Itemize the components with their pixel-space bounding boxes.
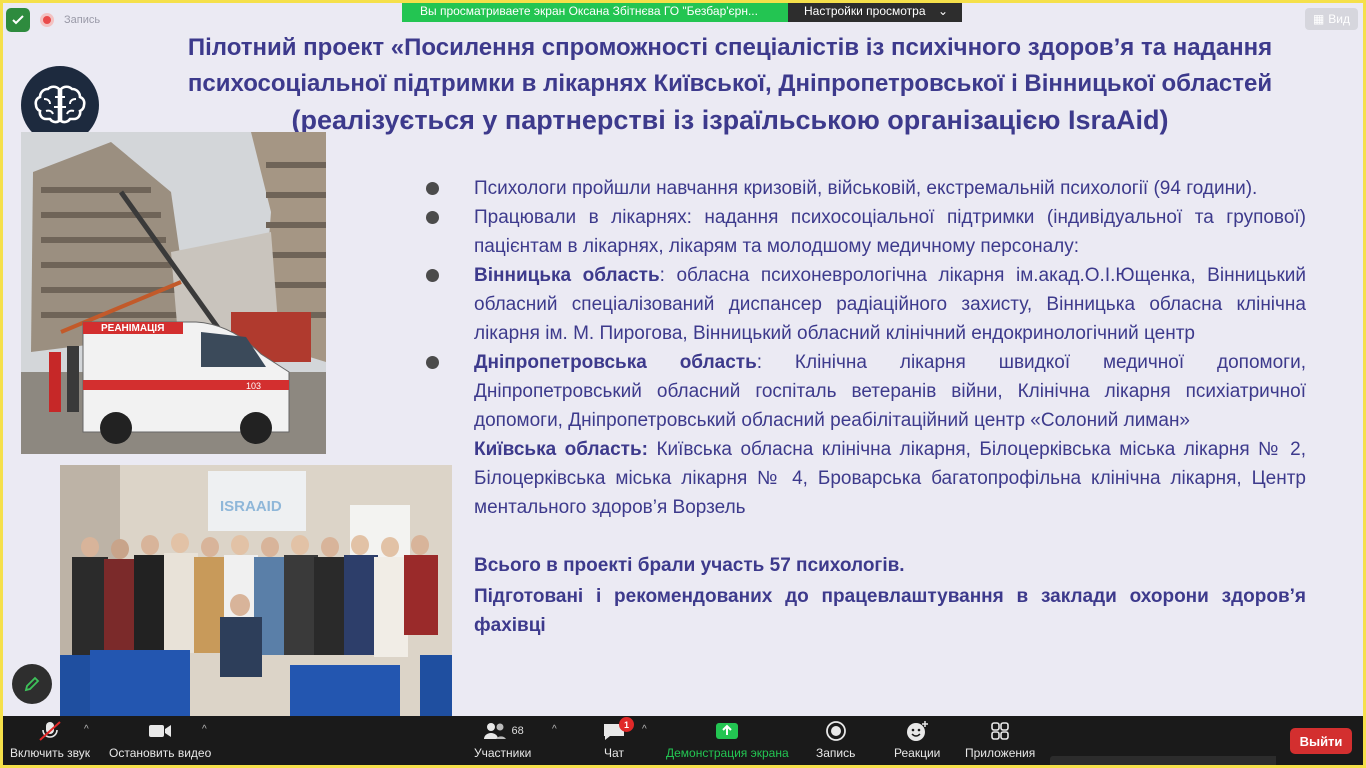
ambulance-number: 103 [246, 381, 261, 391]
stop-video-button[interactable]: Остановить видео [109, 720, 211, 760]
leave-button[interactable]: Выйти [1290, 728, 1352, 754]
total-participants: Всього в проекті брали участь 57 психоло… [474, 555, 905, 576]
share-banner: Вы просматриваете экран Оксана Збітнєва … [402, 0, 962, 22]
slide-body: Психологи пройшли навчання кризовій, вій… [426, 174, 1306, 640]
region-name: Вінницька область [474, 265, 660, 286]
participants-label: Участники [474, 746, 532, 760]
reactions-label: Реакции [894, 746, 941, 760]
muted-microphone-icon [37, 720, 63, 742]
unmute-button[interactable]: Включить звук [10, 720, 90, 760]
video-options-chevron-icon[interactable]: ^ [202, 724, 207, 735]
grid-icon: ▦ [1312, 12, 1325, 26]
record-button[interactable]: Запись [816, 720, 855, 760]
region-name: Київська область: [474, 439, 648, 460]
status-indicators: Запись [6, 8, 100, 32]
participants-button[interactable]: 68 Участники [474, 720, 531, 760]
chat-button[interactable]: 1 Чат [602, 717, 634, 760]
shared-slide: Запись Вы просматриваете экран Оксана Зб… [0, 0, 1366, 716]
reactions-button[interactable]: Реакции [894, 720, 940, 760]
video-camera-icon [147, 720, 173, 742]
israaid-banner-logo: ISRAAID [220, 498, 282, 515]
chevron-down-icon: ⌄ [937, 4, 948, 18]
record-icon [825, 720, 847, 742]
share-screen-button[interactable]: Демонстрация экрана [666, 720, 789, 760]
participants-count: 68 [511, 725, 524, 737]
ambulance-label: РЕАНІМАЦІЯ [101, 323, 164, 334]
title-line-2: психосоціальної підтримки в лікарнях Киї… [187, 69, 1273, 97]
list-item: Вінницька область: обласна психоневролог… [426, 261, 1306, 348]
slide-title: Пілотний проект «Посилення спроможності … [150, 30, 1310, 141]
view-button-label: Вид [1328, 12, 1350, 26]
chat-preview-bar[interactable] [1050, 756, 1276, 768]
stop-video-label: Остановить видео [109, 746, 212, 760]
view-settings-dropdown[interactable]: Настройки просмотра ⌄ [788, 0, 962, 22]
unmute-label: Включить звук [10, 746, 91, 760]
list-item: Київська область: Київська обласна кліні… [474, 435, 1306, 522]
meeting-toolbar: Включить звук ^ Остановить видео ^ 68 Уч… [0, 716, 1366, 768]
list-item-text: Психологи пройшли навчання кризовій, вій… [474, 178, 1258, 199]
list-item-text: Працювали в лікарнях: надання психосоціа… [474, 207, 1306, 257]
group-photo: ISRAAID [60, 465, 452, 716]
chat-bubble-icon: 1 [602, 717, 634, 742]
participants-options-chevron-icon[interactable]: ^ [552, 724, 557, 735]
encryption-shield-icon[interactable] [6, 8, 30, 32]
list-item: Працювали в лікарнях: надання психосоціа… [426, 203, 1306, 261]
smiley-icon [905, 720, 929, 742]
title-line-1: Пілотний проект «Посилення спроможності … [187, 34, 1273, 61]
destroyed-building-photo: РЕАНІМАЦІЯ 103 [21, 132, 326, 454]
view-settings-label: Настройки просмотра [804, 4, 926, 18]
prepared-specialists: Підготовані і рекомендованих до працевла… [474, 586, 1306, 636]
recording-label: Запись [64, 14, 101, 26]
participants-icon: 68 [482, 720, 524, 742]
audio-options-chevron-icon[interactable]: ^ [84, 724, 89, 735]
list-item: Дніпропетровська область: Клінічна лікар… [426, 348, 1306, 435]
recording-icon [40, 13, 54, 27]
record-label: Запись [816, 746, 856, 760]
apps-label: Приложения [965, 746, 1036, 760]
apps-button[interactable]: Приложения [965, 720, 1035, 760]
share-screen-label: Демонстрация экрана [666, 746, 789, 760]
sharing-status-text: Вы просматриваете экран Оксана Збітнєва … [402, 0, 788, 22]
chat-unread-badge: 1 [619, 717, 634, 732]
chat-options-chevron-icon[interactable]: ^ [642, 724, 647, 735]
annotate-pencil-icon[interactable] [12, 664, 52, 704]
region-name: Дніпропетровська область [474, 352, 757, 373]
chat-label: Чат [604, 746, 624, 760]
share-screen-icon [714, 720, 740, 742]
list-item: Психологи пройшли навчання кризовій, вій… [426, 174, 1306, 203]
view-button[interactable]: ▦ Вид [1304, 8, 1358, 30]
apps-icon [989, 720, 1011, 742]
